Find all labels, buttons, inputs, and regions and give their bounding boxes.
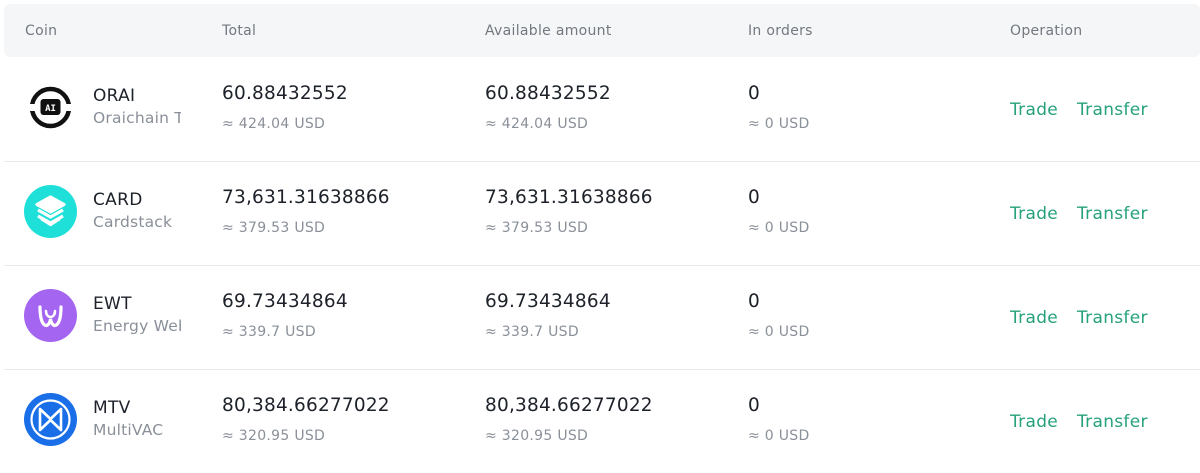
table-row: AI ORAI Oraichain T. 60.88432552 ≈ 424.0… <box>4 57 1200 162</box>
total-usd: ≈ 379.53 USD <box>222 220 326 236</box>
transfer-link[interactable]: Transfer <box>1077 204 1148 224</box>
transfer-link[interactable]: Transfer <box>1077 100 1148 120</box>
coin-symbol: CARD <box>93 190 143 210</box>
coin-name: Oraichain T. <box>93 109 181 127</box>
total-amount: 73,631.31638866 <box>222 187 390 208</box>
in-orders-amount: 0 <box>748 395 760 416</box>
oraichain-logo-icon: AI <box>24 81 77 134</box>
total-amount: 69.73434864 <box>222 291 348 312</box>
in-orders-usd: ≈ 0 USD <box>748 220 810 236</box>
coin-name: Cardstack <box>93 213 173 231</box>
total-usd: ≈ 339.7 USD <box>222 324 316 340</box>
in-orders-usd: ≈ 0 USD <box>748 116 810 132</box>
in-orders-usd: ≈ 0 USD <box>748 428 810 444</box>
available-amount: 60.88432552 <box>485 83 611 104</box>
available-usd: ≈ 379.53 USD <box>485 220 589 236</box>
available-usd: ≈ 424.04 USD <box>485 116 589 132</box>
transfer-link[interactable]: Transfer <box>1077 412 1148 432</box>
table-row: MTV MultiVAC 80,384.66277022 ≈ 320.95 US… <box>4 369 1200 473</box>
svg-text:AI: AI <box>45 104 56 114</box>
in-orders-amount: 0 <box>748 83 760 104</box>
table-header: Coin Total Available amount In orders Op… <box>4 4 1200 57</box>
transfer-link[interactable]: Transfer <box>1077 308 1148 328</box>
total-amount: 80,384.66277022 <box>222 395 390 416</box>
in-orders-amount: 0 <box>748 291 760 312</box>
total-amount: 60.88432552 <box>222 83 348 104</box>
header-available: Available amount <box>485 23 612 39</box>
coin-symbol: ORAI <box>93 86 136 106</box>
header-coin: Coin <box>25 23 58 39</box>
available-amount: 73,631.31638866 <box>485 187 653 208</box>
header-in-orders: In orders <box>748 23 813 39</box>
cardstack-logo-icon <box>24 185 77 238</box>
total-usd: ≈ 424.04 USD <box>222 116 326 132</box>
coin-name: Energy Web <box>93 317 181 335</box>
header-operation: Operation <box>1010 23 1083 39</box>
trade-link[interactable]: Trade <box>1010 204 1058 224</box>
in-orders-amount: 0 <box>748 187 760 208</box>
coin-name: MultiVAC <box>93 421 164 439</box>
header-total: Total <box>222 23 257 39</box>
coin-symbol: EWT <box>93 294 132 314</box>
available-usd: ≈ 339.7 USD <box>485 324 579 340</box>
trade-link[interactable]: Trade <box>1010 412 1058 432</box>
table-row: EWT Energy Web 69.73434864 ≈ 339.7 USD 6… <box>4 265 1200 370</box>
trade-link[interactable]: Trade <box>1010 308 1058 328</box>
trade-link[interactable]: Trade <box>1010 100 1058 120</box>
available-usd: ≈ 320.95 USD <box>485 428 589 444</box>
coin-symbol: MTV <box>93 398 131 418</box>
table-row: CARD Cardstack 73,631.31638866 ≈ 379.53 … <box>4 161 1200 266</box>
available-amount: 80,384.66277022 <box>485 395 653 416</box>
energy-web-logo-icon <box>24 289 77 342</box>
total-usd: ≈ 320.95 USD <box>222 428 326 444</box>
multivac-logo-icon <box>24 393 77 446</box>
available-amount: 69.73434864 <box>485 291 611 312</box>
in-orders-usd: ≈ 0 USD <box>748 324 810 340</box>
